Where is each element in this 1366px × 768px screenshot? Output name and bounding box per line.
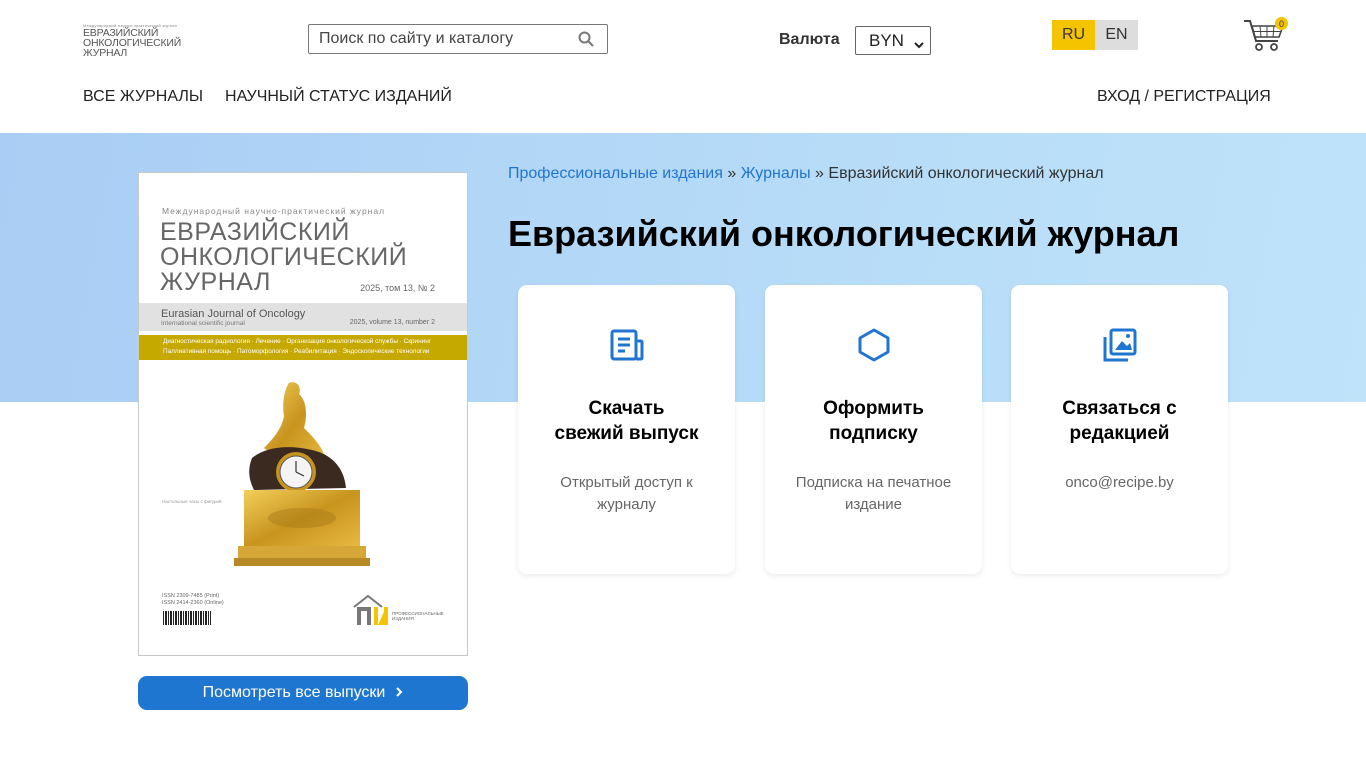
currency-selected-value: BYN xyxy=(869,30,904,50)
cover-issn-print: ISSN 2309-7485 (Print) xyxy=(162,593,220,599)
card-title: Оформить подписку xyxy=(775,396,972,446)
chevron-down-icon xyxy=(914,35,924,55)
card-title-line-1: Скачать xyxy=(588,398,665,419)
main-nav: ВСЕ ЖУРНАЛЫ НАУЧНЫЙ СТАТУС ИЗДАНИЙ xyxy=(83,88,452,106)
card-description-line-1: Подписка на печатное xyxy=(795,474,952,491)
publisher-logo: ПРОФЕССИОНАЛЬНЫЕ ИЗДАНИЯ xyxy=(352,593,444,629)
card-title-line-2: свежий выпуск xyxy=(554,423,699,444)
card-title: Скачать свежий выпуск xyxy=(528,396,725,446)
cube-icon xyxy=(765,327,982,363)
breadcrumb-item-professional-editions[interactable]: Профессиональные издания xyxy=(508,165,723,182)
cart-button[interactable]: 0 xyxy=(1243,17,1288,53)
page-title: Евразийский онкологический журнал xyxy=(508,213,1180,254)
view-all-issues-label: Посмотреть все выпуски xyxy=(202,684,386,701)
cover-issue-en: 2025, volume 13, number 2 xyxy=(349,319,435,326)
view-all-issues-button[interactable]: Посмотреть все выпуски xyxy=(138,676,468,710)
cart-count-badge: 0 xyxy=(1275,17,1288,30)
breadcrumb: Профессиональные издания » Журналы » Евр… xyxy=(508,165,1104,183)
document-icon xyxy=(518,327,735,363)
cover-title-en: Eurasian Journal of Oncology xyxy=(161,308,306,320)
cover-topics-row-1: Диагностическая радиология · Лечение · О… xyxy=(163,338,432,345)
currency-label: Валюта xyxy=(779,31,840,48)
contact-editorial-card[interactable]: Связаться с редакцией onco@recipe.by xyxy=(1011,285,1228,574)
search-input[interactable] xyxy=(309,25,571,53)
publisher-name: ПРОФЕССИОНАЛЬНЫЕ ИЗДАНИЯ xyxy=(392,611,444,621)
cover-title-line-1: ЕВРАЗИЙСКИЙ xyxy=(160,218,350,246)
nav-scientific-status[interactable]: НАУЧНЫЙ СТАТУС ИЗДАНИЙ xyxy=(225,88,452,106)
card-title-line-2: редакцией xyxy=(1069,423,1170,444)
breadcrumb-item-current: Евразийский онкологический журнал xyxy=(828,165,1104,182)
cover-title-line-2: ОНКОЛОГИЧЕСКИЙ xyxy=(160,243,408,271)
card-description: Подписка на печатное издание xyxy=(789,472,958,516)
site-header: Международный научно-практический журнал… xyxy=(0,0,1366,133)
cover-issue-ru: 2025, том 13, № 2 xyxy=(360,283,435,293)
breadcrumb-separator: » xyxy=(815,165,824,182)
card-title-line-1: Связаться с xyxy=(1062,398,1177,419)
card-description-line-1: Открытый доступ к xyxy=(560,474,693,491)
currency-select[interactable]: BYN xyxy=(855,26,931,55)
lang-ru-button[interactable]: RU xyxy=(1052,20,1095,50)
card-description: onco@recipe.by xyxy=(1035,472,1204,494)
cover-topics-row-2: Паллиативная помощь · Патоморфология · Р… xyxy=(163,348,430,355)
card-description-line-2: издание xyxy=(844,496,903,513)
cover-subtitle-en: International scientific journal xyxy=(161,320,245,327)
site-logo[interactable]: Международный научно-практический журнал… xyxy=(83,23,188,61)
cover-caption: Настольные часы с фигурой xyxy=(162,499,222,504)
cover-tagline: Международный научно-практический журнал xyxy=(162,206,386,216)
cover-topics-band: Диагностическая радиология · Лечение · О… xyxy=(139,335,467,360)
card-description-line-2: журналу xyxy=(597,496,656,513)
card-description: Открытый доступ к журналу xyxy=(542,472,711,516)
logo-line-3: ЖУРНАЛ xyxy=(83,47,128,59)
chevron-right-icon xyxy=(395,684,403,702)
cover-issn-online: ISSN 2414-2360 (Online) xyxy=(162,600,224,606)
search-box xyxy=(308,24,608,54)
cover-issn: ISSN 2309-7485 (Print) ISSN 2414-2360 (O… xyxy=(162,593,224,607)
nav-all-journals[interactable]: ВСЕ ЖУРНАЛЫ xyxy=(83,88,203,106)
editorial-email[interactable]: onco@recipe.by xyxy=(1035,472,1204,494)
image-gallery-icon xyxy=(1011,327,1228,363)
card-title: Связаться с редакцией xyxy=(1021,396,1218,446)
language-switcher: RU EN xyxy=(1052,20,1138,50)
download-issue-card[interactable]: Скачать свежий выпуск Открытый доступ к … xyxy=(518,285,735,574)
card-title-line-1: Оформить xyxy=(823,398,924,419)
cart-icon xyxy=(1243,20,1285,57)
breadcrumb-separator: » xyxy=(727,165,737,182)
clock-statue-illustration xyxy=(234,382,370,566)
cover-barcode xyxy=(163,611,211,625)
search-icon[interactable] xyxy=(571,25,601,53)
lang-en-button[interactable]: EN xyxy=(1095,20,1138,50)
login-register-link[interactable]: ВХОД / РЕГИСТРАЦИЯ xyxy=(1097,88,1271,106)
breadcrumb-item-journals[interactable]: Журналы xyxy=(741,165,811,182)
journal-cover-image[interactable]: Международный научно-практический журнал… xyxy=(138,172,468,656)
subscribe-card[interactable]: Оформить подписку Подписка на печатное и… xyxy=(765,285,982,574)
card-title-line-2: подписку xyxy=(829,423,918,444)
